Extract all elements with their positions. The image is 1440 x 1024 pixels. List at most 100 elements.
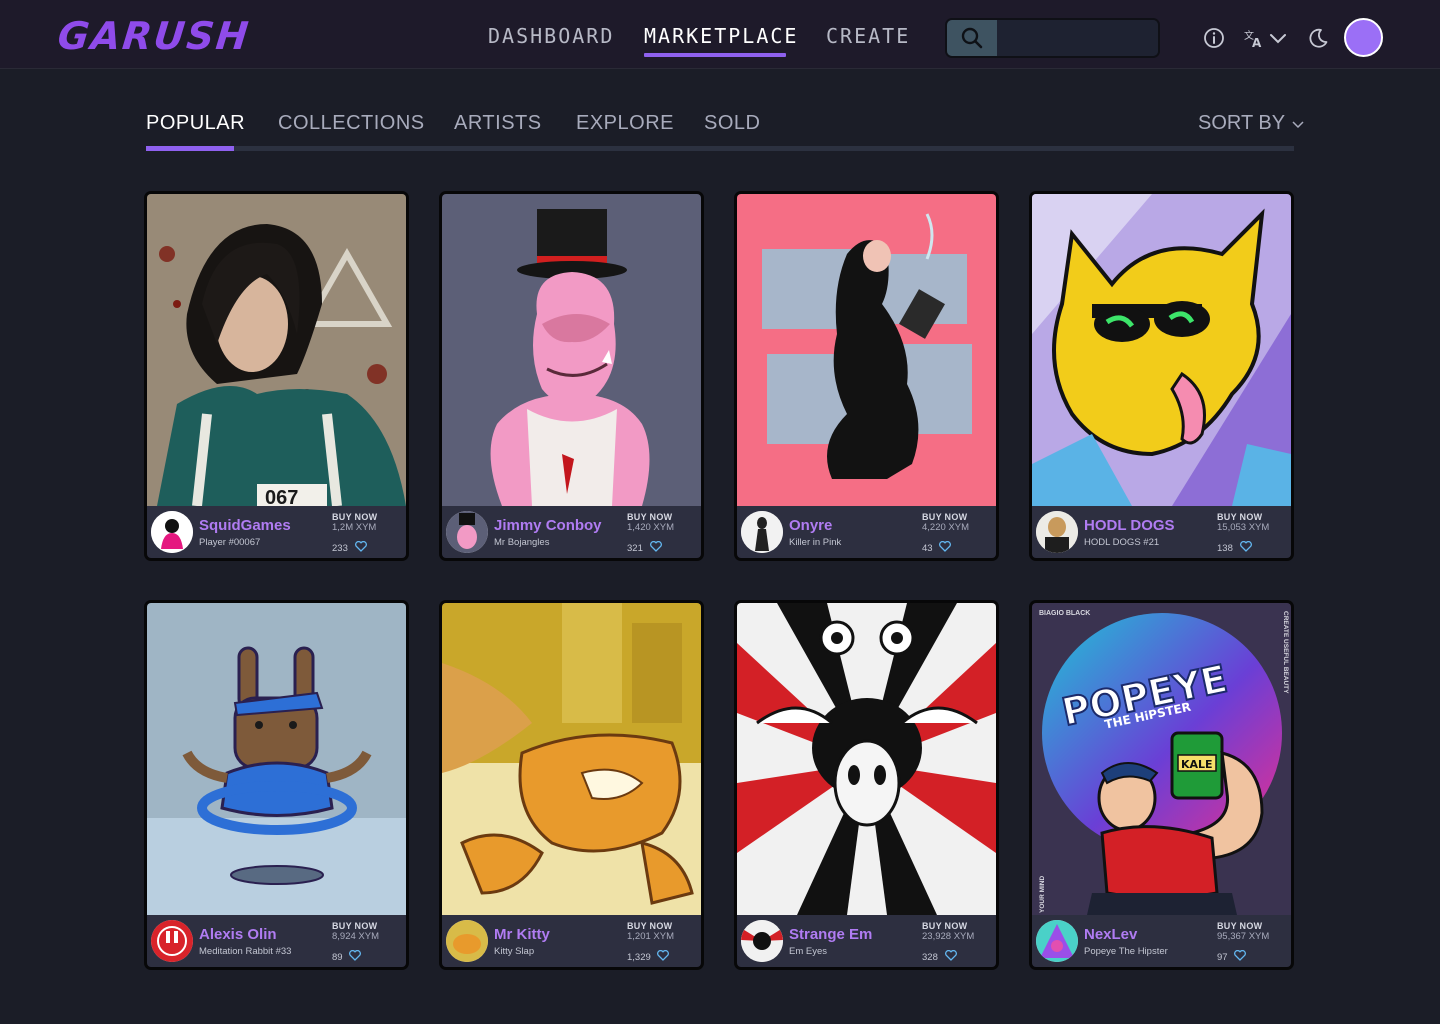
tab-explore[interactable]: EXPLORE [576,112,674,135]
like-count-value: 43 [922,543,933,554]
art-caption-side-left: YOUR MIND [1039,876,1046,914]
nft-card[interactable]: HODL DOGS HODL DOGS #21 BUY NOW 15,053 X… [1029,191,1294,561]
creator-name[interactable]: Mr Kitty [494,926,550,943]
nft-title: Mr Bojangles [494,537,550,548]
like-count-value: 1,329 [627,952,651,963]
buy-now-label[interactable]: BUY NOW [1217,512,1262,522]
like-count: 321 [627,540,662,554]
buy-now-label[interactable]: BUY NOW [922,921,967,931]
nav-dashboard[interactable]: DASHBOARD [488,24,614,48]
creator-avatar[interactable] [741,920,783,962]
info-button[interactable] [1202,26,1226,50]
like-count: 97 [1217,949,1247,963]
art-caption-side: CREATE USEFUL BEAUTY [1282,611,1289,694]
like-count-value: 328 [922,952,938,963]
creator-avatar[interactable] [151,511,193,553]
heart-icon[interactable] [1234,949,1247,961]
theme-toggle[interactable] [1306,26,1330,50]
nft-artwork[interactable] [737,194,996,506]
nft-artwork[interactable] [1032,194,1291,506]
nft-artwork[interactable] [147,603,406,915]
card-info: Mr Kitty Kitty Slap BUY NOW 1,201 XYM 1,… [442,915,701,967]
nft-card[interactable]: Jimmy Conboy Mr Bojangles BUY NOW 1,420 … [439,191,704,561]
nft-artwork[interactable]: BIAGIO BLACK CREATE USEFUL BEAUTY YOUR M… [1032,603,1291,915]
card-info: NexLev Popeye The Hipster BUY NOW 95,367… [1032,915,1291,967]
chevron-down-icon [1270,34,1286,44]
moon-icon [1309,28,1328,48]
heart-icon[interactable] [354,540,367,552]
nft-card[interactable]: BIAGIO BLACK CREATE USEFUL BEAUTY YOUR M… [1029,600,1294,970]
buy-now-label[interactable]: BUY NOW [627,921,672,931]
heart-icon[interactable] [944,949,957,961]
language-selector[interactable]: 文 A [1242,26,1288,50]
nft-artwork[interactable] [737,603,996,915]
nft-card[interactable]: Onyre Killer in Pink BUY NOW 4,220 XYM 4… [734,191,999,561]
search-icon [961,27,983,49]
nft-artwork[interactable]: 067 [147,194,406,506]
heart-icon[interactable] [939,540,952,552]
nft-card[interactable]: Strange Em Em Eyes BUY NOW 23,928 XYM 32… [734,600,999,970]
buy-now-label[interactable]: BUY NOW [1217,921,1262,931]
creator-name[interactable]: Onyre [789,517,832,534]
nft-card[interactable]: 067 SquidGames Player #00067 BUY NOW 1,2… [144,191,409,561]
nft-price: 1,201 XYM [627,931,674,942]
creator-name[interactable]: Alexis Olin [199,926,277,943]
heart-icon[interactable] [657,949,670,961]
heart-icon[interactable] [349,949,362,961]
nft-price: 15,053 XYM [1217,522,1270,533]
nft-title: Player #00067 [199,537,261,548]
translate-icon: 文 A [1244,29,1262,49]
nft-artwork[interactable] [442,603,701,915]
buy-now-label[interactable]: BUY NOW [332,921,377,931]
search-button[interactable] [947,20,997,56]
creator-name[interactable]: NexLev [1084,926,1137,943]
buy-now-label[interactable]: BUY NOW [627,512,672,522]
nav-marketplace[interactable]: MARKETPLACE [644,24,798,48]
tab-collections[interactable]: COLLECTIONS [278,112,425,135]
heart-icon[interactable] [1239,540,1252,552]
tab-sold[interactable]: SOLD [704,112,760,135]
creator-avatar[interactable] [1036,511,1078,553]
nft-price: 95,367 XYM [1217,931,1270,942]
creator-avatar[interactable] [741,511,783,553]
nft-title: Meditation Rabbit #33 [199,946,292,957]
creator-name[interactable]: Jimmy Conboy [494,517,602,534]
creator-avatar[interactable] [446,920,488,962]
kale-can-label: KALE [1181,758,1213,771]
heart-icon[interactable] [649,540,662,552]
creator-avatar[interactable] [446,511,488,553]
nft-card[interactable]: Alexis Olin Meditation Rabbit #33 BUY NO… [144,600,409,970]
creator-name[interactable]: SquidGames [199,517,291,534]
card-info: Jimmy Conboy Mr Bojangles BUY NOW 1,420 … [442,506,701,558]
creator-avatar[interactable] [151,920,193,962]
tab-artists[interactable]: ARTISTS [454,112,542,135]
top-header: GARUSH DASHBOARD MARKETPLACE CREATE 文 A [0,0,1440,69]
nft-artwork[interactable] [442,194,701,506]
tab-popular[interactable]: POPULAR [146,112,245,135]
nft-title: Kitty Slap [494,946,535,957]
like-count-value: 321 [627,543,643,554]
card-info: Alexis Olin Meditation Rabbit #33 BUY NO… [147,915,406,967]
creator-name[interactable]: Strange Em [789,926,872,943]
nav-active-indicator [644,53,786,57]
sort-by-dropdown[interactable]: SORT BY [1198,112,1304,135]
like-count-value: 138 [1217,543,1233,554]
user-avatar[interactable] [1344,18,1383,57]
nav-create[interactable]: CREATE [826,24,910,48]
card-info: SquidGames Player #00067 BUY NOW 1,2M XY… [147,506,406,558]
creator-avatar[interactable] [1036,920,1078,962]
info-icon [1204,28,1224,48]
like-count: 328 [922,949,957,963]
like-count: 43 [922,540,952,554]
nft-price: 1,2M XYM [332,522,377,533]
buy-now-label[interactable]: BUY NOW [922,512,967,522]
like-count: 138 [1217,540,1252,554]
search-box [945,18,1160,58]
search-input[interactable] [997,20,1158,56]
creator-name[interactable]: HODL DOGS [1084,517,1175,534]
like-count-value: 233 [332,543,348,554]
buy-now-label[interactable]: BUY NOW [332,512,377,522]
nft-card[interactable]: Mr Kitty Kitty Slap BUY NOW 1,201 XYM 1,… [439,600,704,970]
garush-logo[interactable]: GARUSH [56,14,253,58]
nft-title: Killer in Pink [789,537,842,548]
